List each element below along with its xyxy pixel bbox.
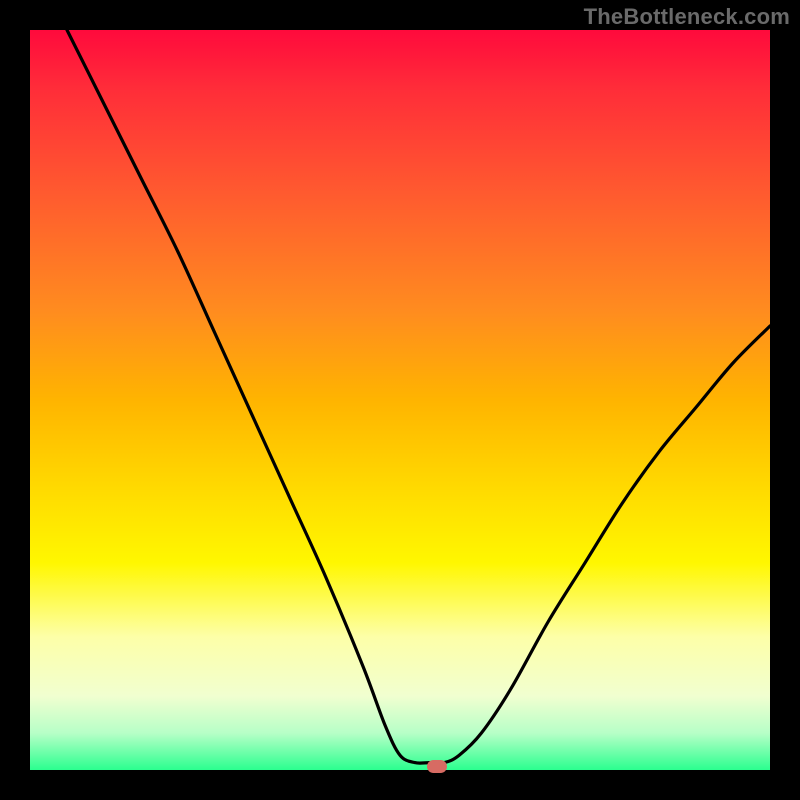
minimum-marker [427, 760, 447, 773]
plot-area [30, 30, 770, 770]
chart-frame: TheBottleneck.com [0, 0, 800, 800]
watermark-text: TheBottleneck.com [584, 4, 790, 30]
bottleneck-curve [30, 30, 770, 770]
